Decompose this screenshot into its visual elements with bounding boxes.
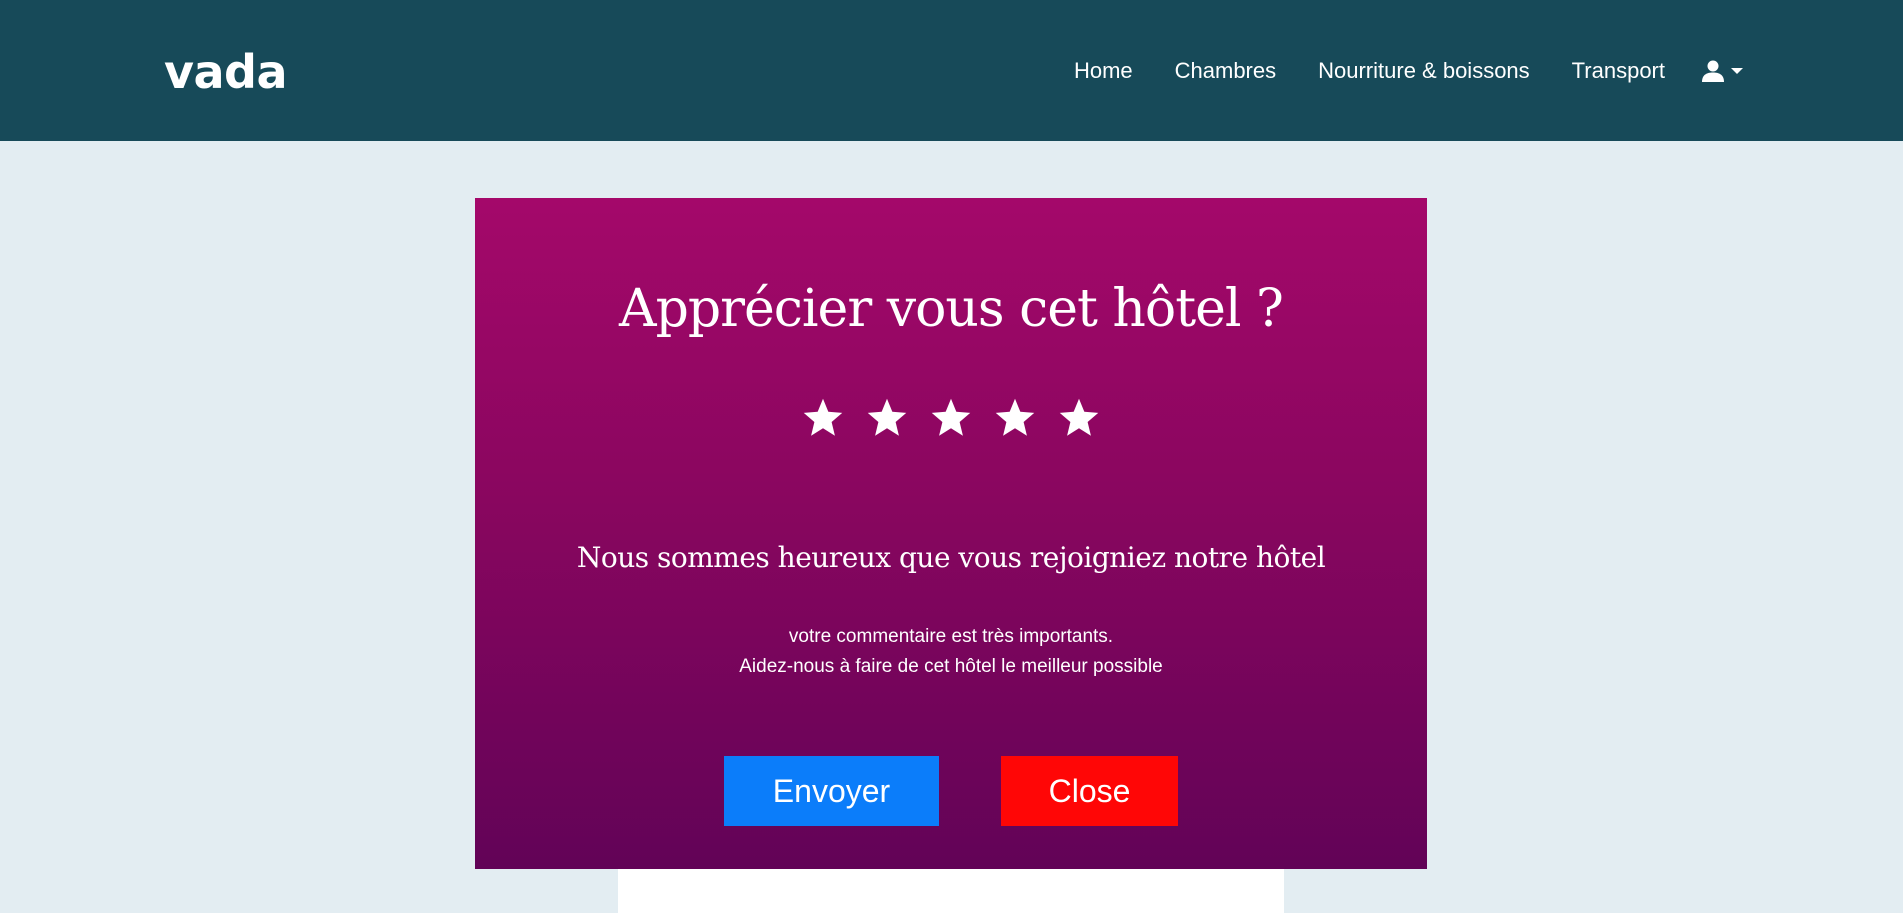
nav-link-home[interactable]: Home [1074, 56, 1133, 86]
user-menu-dropdown[interactable] [1701, 59, 1743, 83]
top-navbar: vada Home Chambres Nourriture & boissons… [0, 0, 1903, 141]
modal-message-line-1: votre commentaire est très importants. [788, 626, 1114, 647]
rating-modal: Apprécier vous cet hôtel ? Nous sommes h… [475, 198, 1427, 869]
user-icon [1701, 59, 1725, 83]
caret-down-icon [1731, 68, 1743, 74]
modal-message: votre commentaire est très importants. A… [475, 622, 1427, 682]
modal-title: Apprécier vous cet hôtel ? [619, 279, 1284, 339]
modal-message-line-2: Aidez-nous à faire de cet hôtel le meill… [739, 656, 1163, 677]
star-icon[interactable] [1057, 396, 1101, 440]
close-button[interactable]: Close [1001, 756, 1178, 826]
nav-link-nourriture-boissons[interactable]: Nourriture & boissons [1318, 56, 1530, 86]
brand-logo[interactable]: vada [164, 44, 288, 100]
nav-links: Home Chambres Nourriture & boissons Tran… [1032, 56, 1743, 86]
send-button[interactable]: Envoyer [724, 756, 939, 826]
star-rating [475, 396, 1427, 440]
star-icon[interactable] [801, 396, 845, 440]
star-icon[interactable] [929, 396, 973, 440]
star-icon[interactable] [865, 396, 909, 440]
star-icon[interactable] [993, 396, 1037, 440]
nav-link-chambres[interactable]: Chambres [1175, 56, 1276, 86]
nav-link-transport[interactable]: Transport [1572, 56, 1665, 86]
modal-subtitle: Nous sommes heureux que vous rejoigniez … [576, 541, 1326, 574]
